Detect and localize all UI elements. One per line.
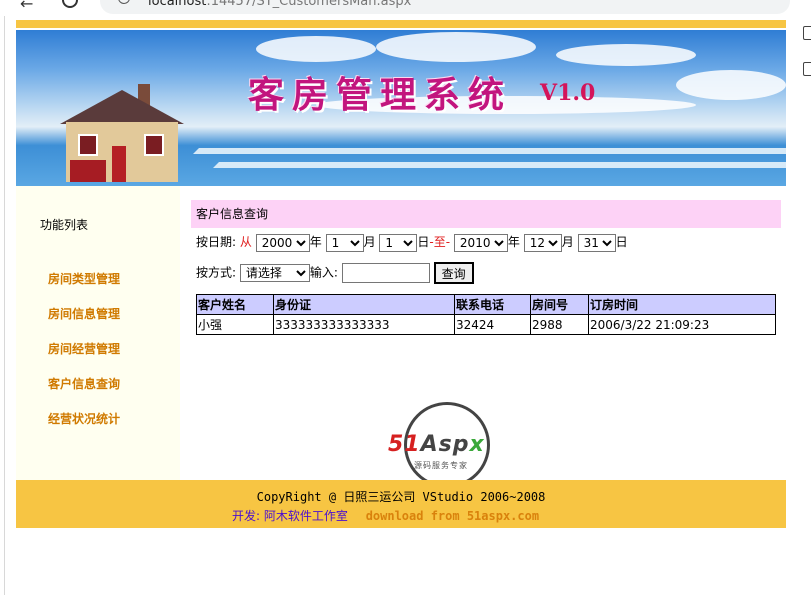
date-filter-row: 按日期: 从 2000 年 1月 1 日-至- 2010 年 12 月 31 日: [196, 233, 628, 253]
to-day-select[interactable]: 31: [577, 233, 616, 252]
sidebar-nav: 房间类型管理 房间信息管理 房间经营管理 客户信息查询 经营状况统计: [48, 270, 120, 445]
table-cell: 32424: [454, 314, 531, 335]
table-row: 小强 333333333333333 32424 2988 2006/3/22 …: [196, 314, 776, 335]
keyword-search-row: 按方式: 请选择 输入: 查询: [196, 262, 474, 284]
keyword-input[interactable]: [341, 263, 430, 283]
sidebar-item-room-operations[interactable]: 房间经营管理: [48, 340, 120, 375]
sidebar-title: 功能列表: [40, 218, 89, 232]
from-year-select[interactable]: 2000: [255, 233, 310, 252]
search-button[interactable]: 查询: [433, 262, 474, 284]
51aspx-logo: 51Aspx 源码服务专家: [388, 402, 512, 492]
month-unit-label: 月: [363, 235, 376, 249]
logo-brand-text: 51Aspx: [388, 432, 485, 457]
header-banner: 客房管理系统 V1.0: [16, 30, 786, 186]
browser-side-tools: [803, 26, 811, 98]
from-month-select[interactable]: 1: [325, 233, 364, 252]
year-unit-label: 年: [507, 235, 520, 249]
footer-developer: 开发: 阿木软件工作室: [232, 509, 348, 523]
date-label: 按日期:: [196, 235, 237, 249]
to-month-select[interactable]: 12: [523, 233, 562, 252]
top-accent-bar: [16, 20, 786, 28]
search-mode-select[interactable]: 请选择: [239, 264, 310, 282]
column-header: 联系电话: [454, 294, 531, 315]
system-title: 客房管理系统: [248, 74, 513, 116]
column-header: 房间号: [530, 294, 589, 315]
table-cell: 小强: [196, 314, 274, 335]
sidebar-item-customer-query[interactable]: 客户信息查询: [48, 375, 120, 410]
side-panel-icon[interactable]: [803, 62, 811, 76]
column-header: 身份证: [273, 294, 455, 315]
day-unit-label: 日: [615, 235, 628, 249]
mode-label: 按方式:: [196, 265, 237, 280]
to-year-select[interactable]: 2010: [453, 233, 508, 252]
footer: CopyRight @ 日照三运公司 VStudio 2006~2008 开发:…: [16, 480, 786, 528]
side-panel-icon[interactable]: [803, 26, 811, 40]
column-header: 客户姓名: [196, 294, 274, 315]
address-url[interactable]: localhost:14457/ST_CustomersMan.aspx: [148, 0, 411, 9]
sidebar: 功能列表 房间类型管理 房间信息管理 房间经营管理 客户信息查询 经营状况统计: [16, 186, 180, 480]
customer-results-table: 客户姓名 身份证 联系电话 房间号 订房时间 小强 33333333333333…: [196, 294, 776, 335]
column-header: 订房时间: [588, 294, 776, 315]
back-arrow-icon[interactable]: ←: [20, 0, 33, 13]
footer-download-link[interactable]: download from 51aspx.com: [366, 509, 539, 523]
page-title: 客户信息查询: [191, 200, 781, 228]
sidebar-item-room-info[interactable]: 房间信息管理: [48, 305, 120, 340]
table-cell: 333333333333333: [273, 314, 455, 335]
sidebar-item-room-types[interactable]: 房间类型管理: [48, 270, 120, 305]
from-label: 从: [239, 235, 252, 249]
system-version: V1.0: [540, 80, 596, 106]
sidebar-item-statistics[interactable]: 经营状况统计: [48, 410, 120, 445]
browser-toolbar: ← localhost:14457/ST_CustomersMan.aspx: [0, 0, 811, 16]
from-day-select[interactable]: 1: [379, 233, 418, 252]
footer-copyright: CopyRight @ 日照三运公司 VStudio 2006~2008: [256, 490, 546, 504]
month-unit-label: 月: [561, 235, 574, 249]
year-unit-label: 年: [309, 235, 322, 249]
logo-subtitle: 源码服务专家: [414, 461, 468, 470]
reload-icon[interactable]: [62, 0, 78, 8]
house-illustration: [52, 84, 192, 186]
table-cell: 2006/3/22 21:09:23: [588, 314, 776, 335]
to-label: -至-: [429, 235, 451, 249]
table-header-row: 客户姓名 身份证 联系电话 房间号 订房时间: [196, 294, 776, 315]
day-unit-label: 日: [417, 235, 430, 249]
input-label: 输入:: [309, 265, 338, 280]
table-cell: 2988: [530, 314, 589, 335]
footer-credits: 开发: 阿木软件工作室 download from 51aspx.com: [232, 507, 539, 524]
